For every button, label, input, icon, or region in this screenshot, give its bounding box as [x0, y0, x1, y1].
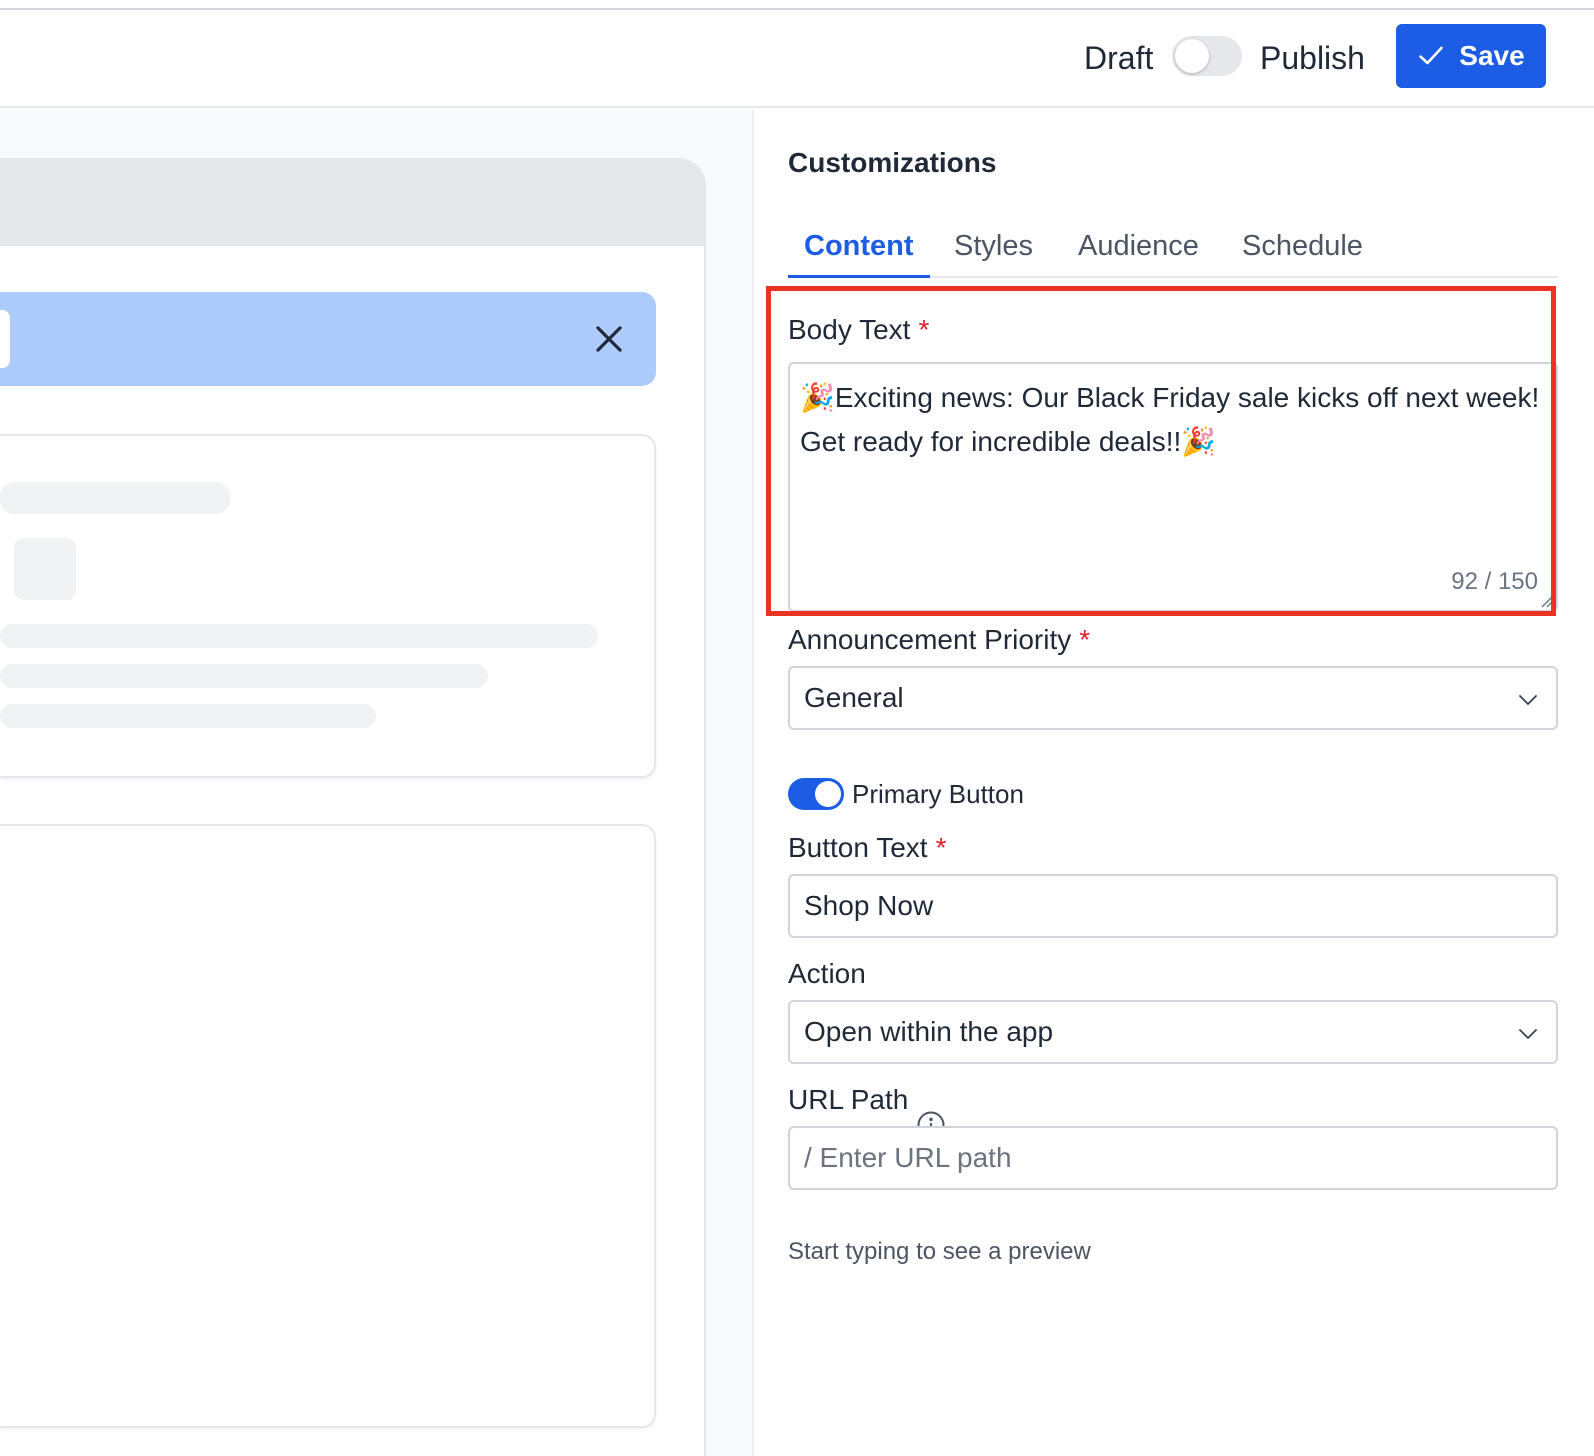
tab-schedule[interactable]: Schedule: [1226, 218, 1379, 278]
save-label: Save: [1459, 40, 1525, 71]
panel-title: Customizations: [788, 147, 997, 178]
toggle-knob: [1175, 39, 1209, 73]
url-path-helper-text: Start typing to see a preview: [788, 1238, 1091, 1265]
skeleton-line: [0, 482, 230, 514]
skeleton-card: [0, 824, 656, 1428]
body-text-textarea[interactable]: 🎉Exciting news: Our Black Friday sale ki…: [788, 362, 1558, 612]
resize-handle-icon[interactable]: [1538, 592, 1554, 608]
preview-panel: [0, 110, 754, 1456]
body-text-label-text: Body Text: [788, 314, 911, 345]
toggle-knob: [815, 781, 841, 807]
skeleton-line: [0, 624, 598, 648]
check-icon: [1419, 46, 1444, 65]
action-label-text: Action: [788, 958, 866, 989]
close-icon[interactable]: [590, 320, 628, 358]
customizations-panel: Customizations Content Styles Audience S…: [756, 110, 1594, 1456]
action-selected-value: Open within the app: [804, 1016, 1054, 1047]
announcement-banner-preview: [0, 292, 656, 386]
tab-audience[interactable]: Audience: [1062, 218, 1215, 278]
save-button[interactable]: Save: [1396, 24, 1546, 88]
button-text-label-text: Button Text: [788, 832, 928, 863]
required-mark: *: [935, 832, 947, 863]
tab-bar: Content Styles Audience Schedule: [788, 218, 1558, 278]
skeleton-card: [0, 434, 656, 778]
publish-label: Publish: [1260, 40, 1365, 76]
device-preview: [0, 158, 706, 1456]
priority-select[interactable]: General: [788, 666, 1558, 730]
priority-selected-value: General: [804, 682, 904, 713]
priority-label: Announcement Priority *: [788, 622, 1090, 658]
top-bar: Draft Publish Save: [0, 10, 1594, 108]
tab-styles[interactable]: Styles: [938, 218, 1049, 278]
url-path-label-text: URL Path: [788, 1084, 909, 1115]
primary-button-toggle[interactable]: [788, 778, 844, 810]
button-text-value: Shop Now: [804, 890, 934, 921]
banner-button-preview: [0, 310, 10, 368]
primary-button-label: Primary Button: [852, 779, 1024, 809]
publish-status-toggle[interactable]: [1172, 36, 1242, 76]
url-path-placeholder: / Enter URL path: [804, 1142, 1012, 1173]
skeleton-line: [0, 664, 488, 688]
required-mark: *: [918, 314, 930, 345]
skeleton-line: [0, 704, 376, 728]
button-text-input[interactable]: Shop Now: [788, 874, 1558, 938]
priority-label-text: Announcement Priority: [788, 624, 1072, 655]
url-path-label: URL Path: [788, 1082, 908, 1118]
url-path-input[interactable]: / Enter URL path: [788, 1126, 1558, 1190]
body-text-label: Body Text *: [788, 312, 929, 348]
chevron-down-icon: [1519, 695, 1537, 705]
device-header-placeholder: [0, 158, 704, 246]
action-label: Action: [788, 956, 866, 992]
button-text-label: Button Text *: [788, 830, 946, 866]
char-counter: 92 / 150: [1451, 568, 1538, 595]
chevron-down-icon: [1519, 1029, 1537, 1039]
body-text-value: 🎉Exciting news: Our Black Friday sale ki…: [800, 382, 1540, 457]
skeleton-avatar: [14, 538, 76, 600]
action-select[interactable]: Open within the app: [788, 1000, 1558, 1064]
tab-content[interactable]: Content: [788, 218, 930, 278]
required-mark: *: [1079, 624, 1091, 655]
draft-label: Draft: [1084, 40, 1154, 76]
